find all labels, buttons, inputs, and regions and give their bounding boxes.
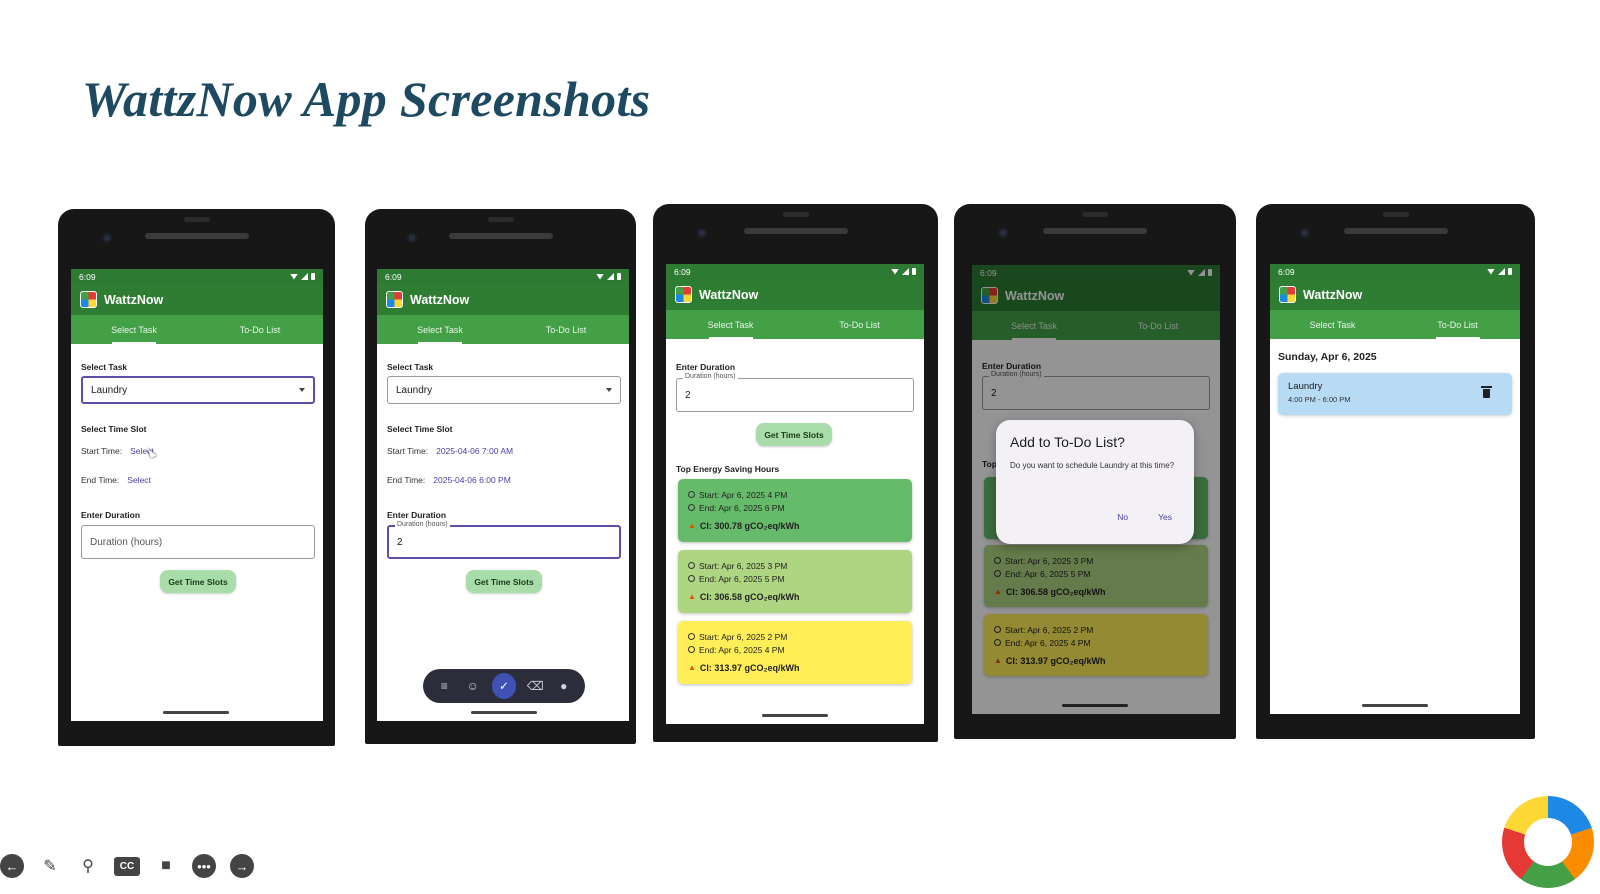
tab-select-task[interactable]: Select Task xyxy=(71,315,197,344)
end-time-label: End Time: xyxy=(81,475,120,485)
status-bar: 6:09 xyxy=(71,269,323,284)
presenter-toolbar: ← ✎ ⚲ CC ■ ••• → xyxy=(0,854,254,878)
end-time-value[interactable]: 2025-04-06 6:00 PM xyxy=(433,475,511,485)
duration-input[interactable]: Duration (hours) 2 xyxy=(387,521,621,559)
get-time-slots-button[interactable]: Get Time Slots xyxy=(756,423,832,446)
phone-screenshot-3: 6:09 WattzNow Select Task To-Do List Ent… xyxy=(653,204,938,742)
dialog-message: Do you want to schedule Laundry at this … xyxy=(1010,461,1175,470)
pen-icon[interactable]: ✎ xyxy=(38,854,62,878)
clock-icon xyxy=(688,491,695,498)
emoji-icon[interactable]: ☺ xyxy=(463,676,481,696)
tab-todo-list[interactable]: To-Do List xyxy=(795,310,924,339)
time-slot-card[interactable]: Start: Apr 6, 2025 2 PM End: Apr 6, 2025… xyxy=(678,621,912,684)
duration-label: Enter Duration xyxy=(387,510,447,520)
microphone-icon[interactable]: ● xyxy=(554,676,572,696)
results-label: Top Energy Saving Hours xyxy=(676,464,780,474)
dialog-yes-button[interactable]: Yes xyxy=(1158,512,1172,522)
trash-icon[interactable] xyxy=(1481,386,1492,398)
phone-screenshot-5: 6:09 WattzNow Select Task To-Do List Sun… xyxy=(1256,204,1535,739)
check-icon[interactable]: ✓ xyxy=(491,673,516,699)
todo-item-card[interactable]: Laundry 4:00 PM - 6:00 PM xyxy=(1278,373,1512,415)
phone-screenshot-4: 6:09 WattzNow Select Task To-Do List Ent… xyxy=(954,204,1236,739)
clock-icon xyxy=(688,562,695,569)
app-logo-icon xyxy=(1279,286,1296,303)
slide-title: WattzNow App Screenshots xyxy=(82,71,651,127)
alarm-icon xyxy=(688,646,695,653)
select-task-label: Select Task xyxy=(387,362,434,372)
tab-select-task[interactable]: Select Task xyxy=(377,315,503,344)
backspace-icon[interactable]: ⌫ xyxy=(526,676,544,696)
task-dropdown[interactable]: Laundry xyxy=(387,376,621,404)
get-time-slots-button[interactable]: Get Time Slots xyxy=(466,570,542,593)
alarm-icon xyxy=(688,504,695,511)
video-icon[interactable]: ■ xyxy=(154,854,178,878)
app-bar: WattzNow xyxy=(71,284,323,315)
time-slot-label: Select Time Slot xyxy=(81,424,147,434)
duration-input[interactable]: Duration (hours) 2 xyxy=(676,373,914,412)
fire-icon: ▲ xyxy=(688,592,696,601)
dialog-title: Add to To-Do List? xyxy=(1010,434,1125,450)
app-logo-icon xyxy=(675,286,692,303)
tab-todo-list[interactable]: To-Do List xyxy=(197,315,323,344)
get-time-slots-button[interactable]: Get Time Slots xyxy=(160,570,236,593)
time-slot-card[interactable]: Start: Apr 6, 2025 4 PM End: Apr 6, 2025… xyxy=(678,479,912,542)
end-time-label: End Time: xyxy=(387,475,426,485)
todo-item-time: 4:00 PM - 6:00 PM xyxy=(1288,395,1351,404)
clock-icon xyxy=(688,633,695,640)
start-time-value[interactable]: 2025-04-06 7:00 AM xyxy=(436,446,513,456)
task-dropdown[interactable]: Laundry xyxy=(81,376,315,404)
phone-screenshot-2: 6:09 WattzNow Select Task To-Do List Sel… xyxy=(365,209,636,744)
search-icon[interactable]: ⚲ xyxy=(76,854,100,878)
duration-label: Enter Duration xyxy=(676,362,736,372)
time-slot-label: Select Time Slot xyxy=(387,424,453,434)
phone-screenshot-1: 6:09 WattzNow Select Task To-Do List Sel… xyxy=(58,209,335,746)
tab-todo-list[interactable]: To-Do List xyxy=(503,315,629,344)
tab-select-task[interactable]: Select Task xyxy=(666,310,795,339)
alarm-icon xyxy=(688,575,695,582)
brand-logo xyxy=(1502,796,1594,888)
tab-select-task[interactable]: Select Task xyxy=(1270,310,1395,339)
dialog-no-button[interactable]: No xyxy=(1117,512,1128,522)
start-time-label: Start Time: xyxy=(81,446,123,456)
date-heading: Sunday, Apr 6, 2025 xyxy=(1278,351,1377,363)
app-logo-icon xyxy=(386,291,403,308)
keyboard-toolbar: ≡ ☺ ✓ ⌫ ● xyxy=(423,669,585,703)
fire-icon: ▲ xyxy=(688,663,696,672)
add-todo-dialog: Add to To-Do List? Do you want to schedu… xyxy=(996,420,1194,544)
cc-icon[interactable]: CC xyxy=(114,856,140,876)
back-arrow-icon[interactable]: ← xyxy=(0,854,24,878)
duration-label: Enter Duration xyxy=(81,510,141,520)
chevron-down-icon xyxy=(606,388,612,392)
app-logo-icon xyxy=(80,291,97,308)
forward-arrow-icon[interactable]: → xyxy=(230,854,254,878)
fire-icon: ▲ xyxy=(688,521,696,530)
tab-todo-list[interactable]: To-Do List xyxy=(1395,310,1520,339)
todo-item-title: Laundry xyxy=(1288,381,1323,392)
start-time-label: Start Time: xyxy=(387,446,429,456)
duration-input[interactable]: Duration (hours) xyxy=(81,525,315,559)
select-task-label: Select Task xyxy=(81,362,128,372)
menu-icon[interactable]: ≡ xyxy=(435,676,453,696)
chevron-down-icon xyxy=(299,388,305,392)
end-time-select[interactable]: Select xyxy=(127,475,151,485)
more-icon[interactable]: ••• xyxy=(192,854,216,878)
time-slot-card[interactable]: Start: Apr 6, 2025 3 PM End: Apr 6, 2025… xyxy=(678,550,912,613)
